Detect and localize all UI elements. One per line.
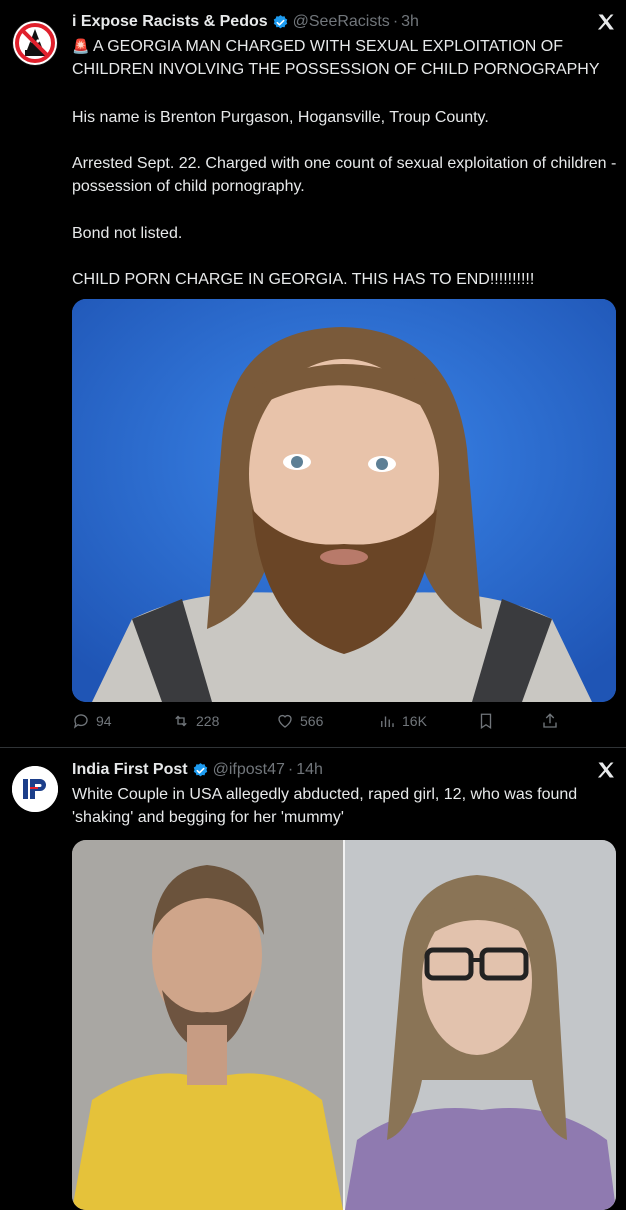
verified-badge-icon xyxy=(193,762,207,776)
timestamp[interactable]: 3h xyxy=(401,13,419,31)
tweet-paragraph-3: Bond not listed. xyxy=(72,225,183,242)
mugshot-photo xyxy=(72,299,616,702)
dot-separator: · xyxy=(287,761,294,778)
tweet-actions: 94 228 566 16K xyxy=(72,708,562,734)
reply-count: 94 xyxy=(96,713,112,729)
heart-icon xyxy=(278,714,292,728)
repost-count: 228 xyxy=(196,713,220,729)
tweet-paragraph-1: His name is Brenton Purgason, Hogansvill… xyxy=(72,109,489,126)
author-name[interactable]: i Expose Racists & Pedos xyxy=(72,13,268,31)
couple-mugshots-photo xyxy=(72,840,616,1210)
author-handle[interactable]: @ifpost47 xyxy=(213,761,285,779)
timestamp[interactable]: 14h xyxy=(296,761,323,779)
dot-separator: · xyxy=(392,13,399,30)
tweet-2[interactable]: India First Post @ifpost47 · 14h White C… xyxy=(0,748,626,1210)
no-kkk-logo-icon xyxy=(13,21,57,65)
headline-text: A GEORGIA MAN CHARGED WITH SEXUAL EXPLOI… xyxy=(72,38,600,78)
verified-badge-icon xyxy=(273,14,287,28)
bookmark-icon xyxy=(480,713,492,730)
views-count: 16K xyxy=(402,713,427,729)
views-icon xyxy=(381,716,394,727)
mugshot-image[interactable] xyxy=(72,299,616,702)
mugshots-image[interactable] xyxy=(72,840,616,1210)
avatar-ifpost47[interactable] xyxy=(12,766,58,812)
x-logo-icon[interactable] xyxy=(596,760,616,780)
tweet-paragraph-4: CHILD PORN CHARGE IN GEORGIA. THIS HAS T… xyxy=(72,271,535,288)
author-handle[interactable]: @SeeRacists xyxy=(293,13,390,31)
avatar-seeracists[interactable] xyxy=(12,20,58,66)
reply-icon xyxy=(73,714,88,729)
tweet-1[interactable]: i Expose Racists & Pedos @SeeRacists · 3… xyxy=(0,0,626,747)
tweet-text: White Couple in USA allegedly abducted, … xyxy=(72,786,582,826)
share-icon xyxy=(543,713,557,728)
views-button[interactable]: 16K xyxy=(378,708,427,734)
repost-icon xyxy=(175,715,187,727)
tweet-paragraph-2: Arrested Sept. 22. Charged with one coun… xyxy=(72,155,621,195)
tweet-headline: 🚨 A GEORGIA MAN CHARGED WITH SEXUAL EXPL… xyxy=(72,35,617,81)
siren-emoji: 🚨 xyxy=(72,38,90,54)
reply-button[interactable]: 94 xyxy=(72,708,112,734)
like-button[interactable]: 566 xyxy=(276,708,323,734)
author-name[interactable]: India First Post xyxy=(72,761,188,779)
india-first-post-logo-icon xyxy=(12,766,58,812)
share-button[interactable] xyxy=(541,708,559,734)
x-logo-icon[interactable] xyxy=(596,12,616,32)
like-count: 566 xyxy=(300,713,324,729)
repost-button[interactable]: 228 xyxy=(172,708,219,734)
bookmark-button[interactable] xyxy=(477,708,495,734)
